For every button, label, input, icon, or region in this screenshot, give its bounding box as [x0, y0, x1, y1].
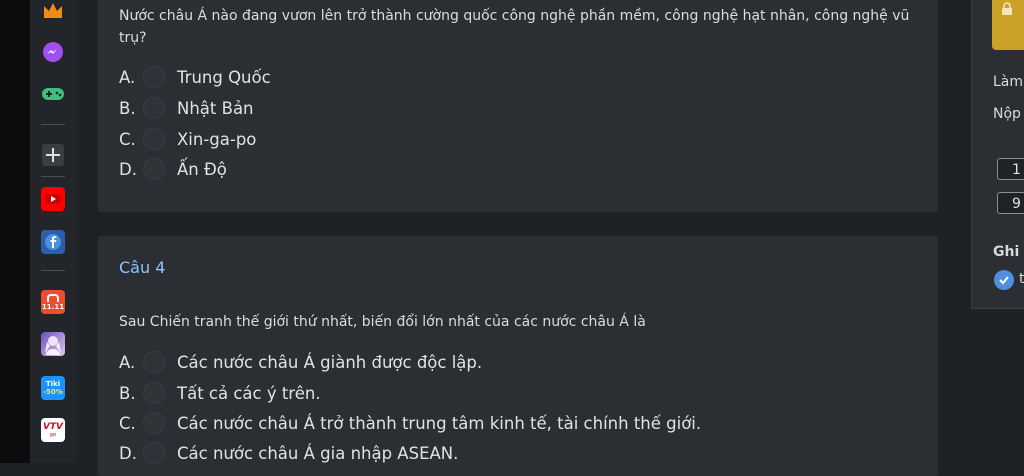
vtv-sub-text: go — [49, 432, 57, 438]
question-title: Câu 4 — [119, 258, 166, 277]
vtv-go-icon[interactable]: VTV go — [41, 418, 65, 442]
question-nav-box[interactable]: 9 — [997, 192, 1024, 214]
radio-button[interactable] — [143, 128, 165, 150]
left-edge-bar — [0, 0, 30, 463]
radio-button[interactable] — [143, 158, 165, 180]
crown-icon[interactable] — [41, 0, 65, 22]
option-letter: A. — [119, 352, 136, 372]
option-letter: A. — [119, 67, 136, 87]
option-letter: B. — [119, 98, 136, 118]
facebook-icon[interactable] — [41, 230, 65, 254]
radio-button[interactable] — [143, 382, 165, 404]
option-text: Ấn Độ — [177, 159, 227, 179]
shopee-icon[interactable]: 11.11 — [41, 290, 65, 314]
answer-option-c[interactable]: C. Xin-ga-po — [119, 126, 256, 152]
lam-label: Làm — [993, 74, 1024, 90]
radio-button[interactable] — [143, 66, 165, 88]
answer-option-b[interactable]: B. Tất cả các ý trên. — [119, 380, 321, 406]
check-circle-icon[interactable] — [994, 270, 1014, 290]
youtube-icon[interactable] — [41, 187, 65, 211]
sidebar-divider — [41, 124, 65, 125]
question-text: Nước châu Á nào đang vươn lên trở thành … — [119, 8, 910, 46]
answer-option-c[interactable]: C. Các nước châu Á trở thành trung tâm k… — [119, 410, 701, 436]
radio-button[interactable] — [143, 351, 165, 373]
tiki-text: Tiki — [45, 379, 61, 388]
nop-label: Nộp — [993, 106, 1021, 122]
option-text: Trung Quốc — [177, 67, 271, 87]
answer-option-a[interactable]: A. Các nước châu Á giành được độc lập. — [119, 349, 482, 375]
option-text: Các nước châu Á gia nhập ASEAN. — [177, 443, 459, 463]
option-text: Xin-ga-po — [177, 129, 257, 149]
lock-button[interactable] — [992, 0, 1024, 50]
gamepad-icon[interactable] — [41, 82, 65, 106]
option-text: Các nước châu Á trở thành trung tâm kinh… — [177, 413, 702, 433]
option-text: Các nước châu Á giành được độc lập. — [177, 352, 483, 372]
question-text: Sau Chiến tranh thế giới thứ nhất, biến … — [119, 314, 646, 330]
radio-button[interactable] — [143, 412, 165, 434]
ghi-label: Ghi — [993, 244, 1020, 260]
sidebar-divider — [41, 176, 65, 177]
anime-avatar-icon[interactable] — [41, 332, 65, 356]
option-letter: B. — [119, 383, 136, 403]
lock-icon — [1002, 2, 1012, 15]
tiki-icon[interactable]: Tiki -50% — [41, 376, 65, 400]
browser-sidebar: 11.11 Tiki -50% VTV go — [30, 0, 106, 463]
messenger-icon[interactable] — [41, 40, 65, 64]
option-text: Tất cả các ý trên. — [177, 383, 321, 403]
answer-option-b[interactable]: B. Nhật Bản — [119, 95, 254, 121]
shopee-bag-icon — [47, 293, 59, 302]
sidebar-divider — [41, 270, 65, 271]
radio-button[interactable] — [143, 442, 165, 464]
option-letter: D. — [119, 443, 137, 463]
check-label: t — [1019, 271, 1024, 287]
option-letter: D. — [119, 159, 137, 179]
vtv-text: VTV — [42, 422, 64, 432]
answer-option-d[interactable]: D. Ấn Độ — [119, 156, 227, 182]
shopee-badge-text: 11.11 — [41, 302, 65, 311]
option-letter: C. — [119, 129, 136, 149]
answer-option-d[interactable]: D. Các nước châu Á gia nhập ASEAN. — [119, 440, 458, 466]
tiki-discount: -50% — [43, 387, 63, 396]
radio-button[interactable] — [143, 97, 165, 119]
option-letter: C. — [119, 413, 136, 433]
question-nav-box[interactable]: 1 — [997, 158, 1024, 180]
add-icon[interactable] — [41, 143, 65, 167]
answer-option-a[interactable]: A. Trung Quốc — [119, 64, 271, 90]
option-text: Nhật Bản — [177, 98, 254, 118]
